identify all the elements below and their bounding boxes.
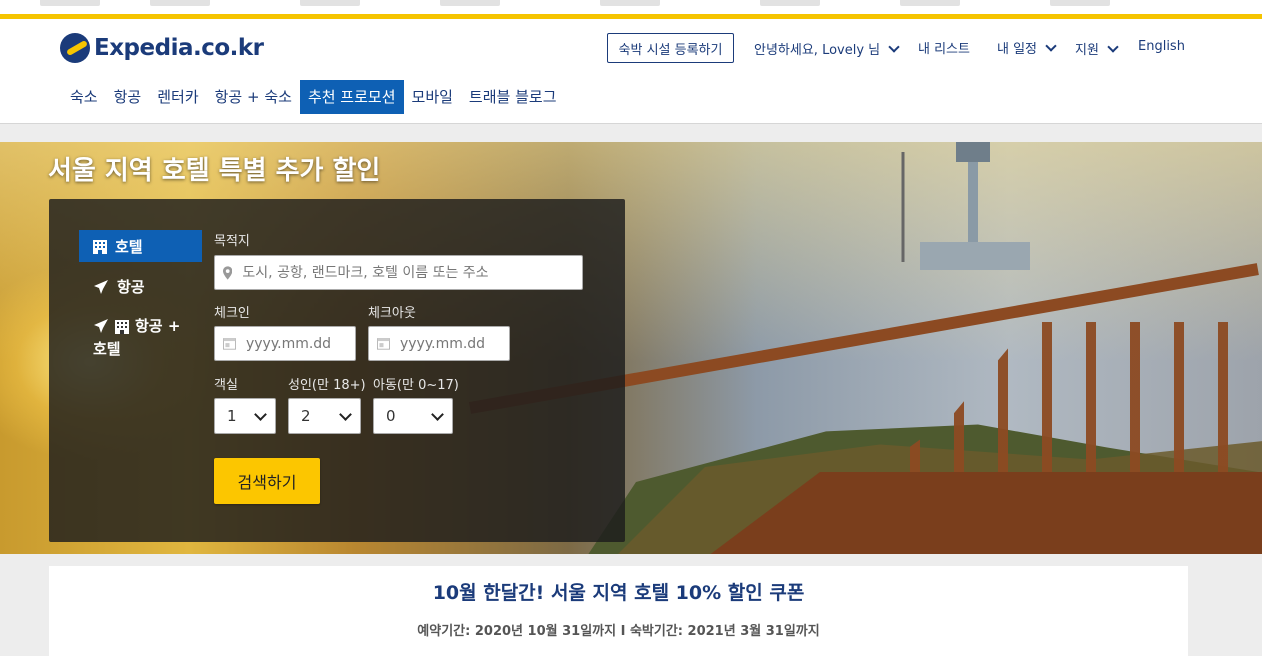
support-label: 지원 [1075, 43, 1099, 58]
hero-title: 서울 지역 호텔 특별 추가 할인 [48, 156, 381, 186]
building-icon [93, 240, 107, 254]
children-label: 아동(만 0~17) [373, 378, 459, 393]
map-pin-icon [223, 265, 233, 280]
my-trips-menu[interactable]: 내 일정 [997, 38, 1057, 57]
nav-item-packages[interactable]: 항공 + 숙소 [207, 80, 300, 114]
checkout-label: 체크아웃 [368, 306, 416, 321]
calendar-icon [223, 338, 236, 350]
bookmark-item[interactable] [1050, 0, 1110, 6]
account-menu[interactable]: 안녕하세요, Lovely 님 [754, 39, 900, 58]
airplane-icon [94, 318, 108, 333]
checkin-field[interactable] [214, 326, 356, 361]
chevron-down-icon [1107, 40, 1119, 53]
checkin-input[interactable] [243, 334, 355, 353]
site-header: Expedia.co.kr 숙박 시설 등록하기 안녕하세요, Lovely 님… [0, 19, 1262, 124]
logo-text: Expedia.co.kr [94, 35, 264, 61]
tab-hotel[interactable]: 호텔 [79, 230, 202, 262]
nav-item-cars[interactable]: 렌터카 [149, 80, 206, 114]
destination-input[interactable] [240, 263, 582, 282]
calendar-icon [377, 338, 390, 350]
checkout-input[interactable] [397, 334, 509, 353]
tab-flight-hotel[interactable]: 항공 + 호텔 [79, 315, 180, 359]
bookmark-item[interactable] [440, 0, 500, 6]
language-link[interactable]: English [1138, 39, 1185, 54]
nav-item-flights[interactable]: 항공 [106, 80, 150, 114]
bookmark-item[interactable] [760, 0, 820, 6]
rooms-value: 1 [227, 407, 237, 425]
adults-select[interactable]: 2 [288, 398, 361, 434]
tab-flight-label: 항공 [117, 278, 145, 296]
chevron-down-icon [339, 407, 352, 421]
promo-title: 10월 한달간! 서울 지역 호텔 10% 할인 쿠폰 [432, 582, 805, 604]
support-menu[interactable]: 지원 [1075, 39, 1119, 58]
nav-item-mobile[interactable]: 모바일 [404, 80, 461, 114]
tab-flight-hotel-label-2: 호텔 [93, 340, 121, 358]
children-select[interactable]: 0 [373, 398, 453, 434]
expedia-logo[interactable]: Expedia.co.kr [60, 33, 264, 63]
chevron-down-icon [254, 407, 267, 421]
main-nav: 숙소 항공 렌터카 항공 + 숙소 추천 프로모션 모바일 트래블 블로그 [62, 80, 565, 114]
globe-icon [60, 33, 90, 63]
my-list-label: 내 리스트 [918, 42, 970, 57]
destination-label: 목적지 [214, 234, 250, 249]
rooms-label: 객실 [214, 378, 238, 393]
browser-bookmark-bar [0, 0, 1262, 19]
chevron-down-icon [1045, 39, 1057, 52]
bookmark-item[interactable] [40, 0, 100, 6]
bookmark-item[interactable] [150, 0, 210, 6]
tab-flight-hotel-label-1: 항공 + [135, 317, 181, 335]
hero-tower-top [956, 142, 990, 162]
greeting-label: 안녕하세요, Lovely 님 [754, 43, 881, 58]
destination-field[interactable] [214, 255, 583, 290]
tab-flight[interactable]: 항공 [79, 276, 145, 297]
search-panel: 호텔 항공 항공 + 호텔 목적지 체크인 체크아웃 객실 성인(만 18+) … [49, 199, 625, 542]
language-label: English [1138, 39, 1185, 54]
checkout-field[interactable] [368, 326, 510, 361]
rooms-select[interactable]: 1 [214, 398, 276, 434]
children-value: 0 [386, 407, 396, 425]
list-property-button[interactable]: 숙박 시설 등록하기 [607, 33, 734, 63]
my-trips-label: 내 일정 [997, 42, 1038, 57]
tab-hotel-label: 호텔 [115, 237, 143, 256]
bookmark-item[interactable] [900, 0, 960, 6]
promo-subtitle: 예약기간: 2020년 10월 31일까지 I 숙박기간: 2021년 3월 3… [417, 624, 820, 639]
nav-item-lodging[interactable]: 숙소 [62, 80, 106, 114]
hero-antenna [896, 152, 910, 262]
bookmark-item[interactable] [300, 0, 360, 6]
bookmark-item[interactable] [600, 0, 660, 6]
airplane-icon [94, 279, 108, 294]
building-icon [115, 319, 129, 334]
nav-item-travel-blog[interactable]: 트래블 블로그 [461, 80, 565, 114]
nav-item-deals[interactable]: 추천 프로모션 [299, 80, 404, 114]
adults-label: 성인(만 18+) [288, 378, 366, 393]
chevron-down-icon [888, 40, 900, 53]
search-button[interactable]: 검색하기 [214, 458, 320, 504]
adults-value: 2 [301, 407, 311, 425]
checkin-label: 체크인 [214, 306, 250, 321]
my-list-link[interactable]: 내 리스트 [918, 38, 970, 57]
hero-tower-base [920, 242, 1030, 270]
chevron-down-icon [431, 407, 444, 421]
